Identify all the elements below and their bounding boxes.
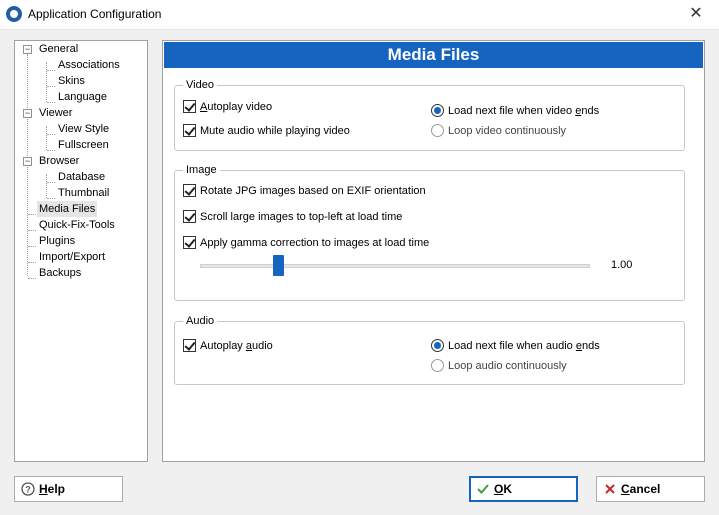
checkbox-label: Mute audio while playing video: [200, 125, 350, 137]
help-icon: ?: [21, 482, 35, 496]
tree-item-fullscreen[interactable]: Fullscreen: [56, 137, 111, 153]
window-title: Application Configuration: [28, 7, 162, 21]
tree-item-view-style[interactable]: View Style: [56, 121, 111, 137]
mute-audio-checkbox[interactable]: Mute audio while playing video: [183, 123, 350, 139]
ok-button[interactable]: OK: [469, 476, 578, 502]
radio-label: Loop audio continuously: [448, 360, 567, 372]
tree-item-language[interactable]: Language: [56, 89, 109, 105]
radio-unselected-icon: [431, 123, 444, 137]
audio-group: Audio Autoplay audio Load next file when…: [174, 314, 685, 385]
checkbox-label: utoplay video: [207, 101, 273, 113]
checkbox-checked-icon: [183, 99, 196, 113]
tree-item-browser[interactable]: Browser: [37, 153, 81, 169]
autoplay-video-checkbox[interactable]: Autoplay video: [183, 99, 272, 115]
image-group-label: Image: [183, 163, 220, 177]
tree-item-plugins[interactable]: Plugins: [37, 233, 77, 249]
gamma-slider-thumb[interactable]: [272, 255, 284, 276]
tree-item-general[interactable]: General: [37, 41, 80, 57]
tree-item-backups[interactable]: Backups: [37, 265, 83, 281]
settings-panel: Media Files Video Autoplay video Mute au…: [162, 40, 705, 462]
audio-loop-radio[interactable]: Loop audio continuously: [431, 358, 567, 374]
tree-item-skins[interactable]: Skins: [56, 73, 87, 89]
audio-group-label: Audio: [183, 314, 218, 328]
tree-item-media-files[interactable]: Media Files: [37, 201, 98, 217]
radio-selected-icon: [431, 338, 444, 352]
checkbox-checked-icon: [183, 123, 196, 137]
gamma-correction-checkbox[interactable]: Apply gamma correction to images at load…: [183, 235, 429, 251]
cancel-button[interactable]: Cancel: [596, 476, 705, 502]
image-group: Image Rotate JPG images based on EXIF or…: [174, 163, 685, 301]
radio-unselected-icon: [431, 358, 444, 372]
video-group-label: Video: [183, 78, 217, 92]
tree-item-database[interactable]: Database: [56, 169, 107, 185]
svg-text:?: ?: [25, 485, 31, 495]
audio-load-next-radio[interactable]: Load next file when audio ends: [431, 338, 600, 354]
scroll-large-images-checkbox[interactable]: Scroll large images to top-left at load …: [183, 209, 402, 225]
title-bar: Application Configuration ✕: [0, 0, 719, 30]
page-title: Media Files: [164, 42, 703, 68]
checkmark-icon: [477, 484, 489, 494]
checkbox-checked-icon: [183, 235, 196, 249]
collapse-general-icon[interactable]: −: [23, 45, 32, 54]
collapse-browser-icon[interactable]: −: [23, 157, 32, 166]
collapse-viewer-icon[interactable]: −: [23, 109, 32, 118]
gamma-slider-track[interactable]: [200, 264, 590, 268]
video-group: Video Autoplay video Mute audio while pl…: [174, 78, 685, 151]
close-button[interactable]: ✕: [673, 0, 719, 30]
checkbox-checked-icon: [183, 183, 196, 197]
checkbox-label: Scroll large images to top-left at load …: [200, 211, 403, 223]
help-button[interactable]: ? Help: [14, 476, 123, 502]
app-icon: [6, 6, 22, 22]
checkbox-label: Apply gamma correction to images at load…: [200, 237, 430, 249]
tree-item-import-export[interactable]: Import/Export: [37, 249, 107, 265]
video-load-next-radio[interactable]: Load next file when video ends: [431, 103, 599, 119]
checkbox-label: Rotate JPG images based on EXIF orientat…: [200, 185, 426, 197]
rotate-jpg-checkbox[interactable]: Rotate JPG images based on EXIF orientat…: [183, 183, 426, 199]
radio-label: Loop video continuously: [448, 125, 567, 137]
settings-tree[interactable]: − General Associations Skins Language − …: [14, 40, 148, 462]
tree-item-thumbnail[interactable]: Thumbnail: [56, 185, 111, 201]
autoplay-audio-checkbox[interactable]: Autoplay audio: [183, 338, 273, 354]
cross-icon: [605, 484, 615, 494]
tree-item-viewer[interactable]: Viewer: [37, 105, 74, 121]
checkbox-checked-icon: [183, 338, 196, 352]
checkbox-checked-icon: [183, 209, 196, 223]
tree-item-quick-fix-tools[interactable]: Quick-Fix-Tools: [37, 217, 117, 233]
video-loop-radio[interactable]: Loop video continuously: [431, 123, 566, 139]
gamma-value: 1.00: [611, 259, 633, 271]
radio-selected-icon: [431, 103, 444, 117]
tree-item-associations[interactable]: Associations: [56, 57, 122, 73]
